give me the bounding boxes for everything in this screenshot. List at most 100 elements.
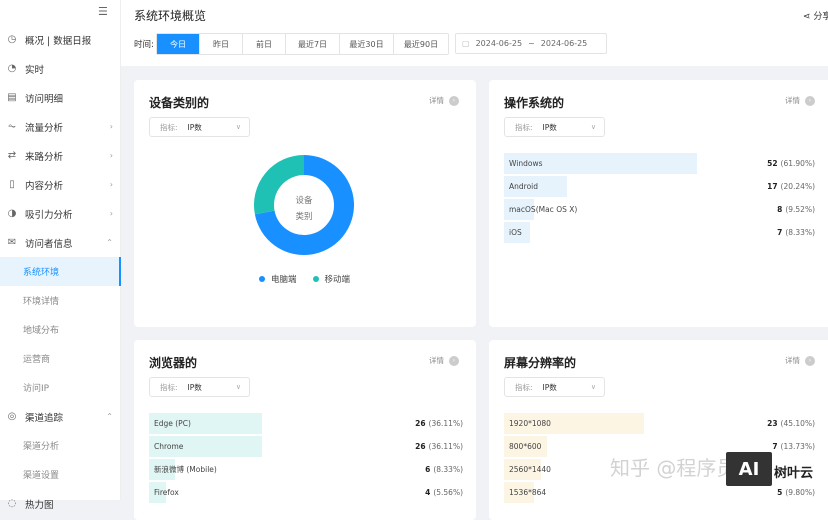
collapse-menu-icon[interactable]: ☰ <box>98 5 108 18</box>
row-value: 26 (36.11%) <box>415 442 463 451</box>
chevron-down-icon: ∨ <box>235 383 241 391</box>
chevron-right-icon: › <box>805 95 815 106</box>
magnet-icon: ◑ <box>7 208 17 219</box>
tab-last-7-days[interactable]: 最近7日 <box>286 34 340 54</box>
sidebar-item[interactable]: 访问IP <box>0 373 121 402</box>
mail-icon: ✉ <box>7 237 17 248</box>
browser-card: 浏览器的 详情 › 指标: IP数 ∨ Edge (PC) 26 (36.11%) Chro… <box>134 340 476 520</box>
sidebar-item-label: 环境详情 <box>23 297 60 307</box>
tab-yesterday[interactable]: 昨日 <box>200 34 243 54</box>
traffic-icon: ⏦ <box>7 121 17 132</box>
card-title: 操作系统的 <box>504 96 565 110</box>
row-label: Edge (PC) <box>154 419 191 428</box>
watermark-text: 知乎 @程序员 <box>610 456 737 480</box>
time-label: 时间: <box>134 40 154 50</box>
list-row: 1920*1080 23 (45.10%) <box>504 412 815 435</box>
row-value: 4 (5.56%) <box>425 488 463 497</box>
list-row: iOS 7 (8.33%) <box>504 221 815 244</box>
row-label: Firefox <box>154 488 179 497</box>
sidebar-item[interactable]: ▯ 内容分析 › <box>0 170 121 199</box>
row-label: 2560*1440 <box>509 465 551 474</box>
device-card: 设备类别的 详情 › 指标: IP数 ∨ 设备 类别 电脑端 移动端 <box>134 80 476 327</box>
list-row: macOS(Mac OS X) 8 (9.52%) <box>504 198 815 221</box>
list-row: Firefox 4 (5.56%) <box>149 481 463 504</box>
tab-last-90-days[interactable]: 最近90日 <box>394 34 448 54</box>
chevron-icon: ⌃ <box>106 412 113 421</box>
tab-day-before[interactable]: 前日 <box>243 34 286 54</box>
donut-center-line1: 设备 <box>295 196 313 206</box>
chevron-icon: › <box>109 209 113 218</box>
list-row: Edge (PC) 26 (36.11%) <box>149 412 463 435</box>
sidebar-item-label: 来路分析 <box>25 151 64 163</box>
os-card: 操作系统的 详情 › 指标: IP数 ∨ Windows 52 (61.90%) Andro… <box>489 80 828 327</box>
chart-legend: 电脑端 移动端 <box>259 273 350 285</box>
sidebar-item[interactable]: 地域分布 <box>0 315 121 344</box>
sidebar-item-label: 概况 | 数据日报 <box>25 35 92 47</box>
metric-select[interactable]: 指标: IP数 ∨ <box>504 377 605 397</box>
sidebar-item-label: 地域分布 <box>23 326 60 336</box>
sidebar-item[interactable]: ◑ 吸引力分析 › <box>0 199 121 228</box>
page-title: 系统环境概览 <box>134 9 207 23</box>
sidebar-item[interactable]: ✉ 访问者信息 ⌃ <box>0 228 121 257</box>
metric-select[interactable]: 指标: IP数 ∨ <box>149 377 250 397</box>
sidebar-item[interactable]: 环境详情 <box>0 286 121 315</box>
sidebar-item[interactable]: ◷ 概况 | 数据日报 <box>0 25 121 54</box>
document-icon: ▯ <box>9 179 15 190</box>
list-row: Chrome 26 (36.11%) <box>149 435 463 458</box>
metric-select[interactable]: 指标: IP数 ∨ <box>149 117 250 137</box>
row-value: 7 (8.33%) <box>777 228 815 237</box>
row-label: 1536*864 <box>509 488 547 497</box>
legend-item-mobile[interactable]: 移动端 <box>312 273 350 285</box>
os-list: Windows 52 (61.90%) Android 17 (20.24%) macOS(… <box>504 152 815 244</box>
detail-link[interactable]: 详情 › <box>429 355 459 366</box>
row-label: 1920*1080 <box>509 419 551 428</box>
sidebar-item[interactable]: ⏦ 流量分析 › <box>0 112 121 141</box>
row-label: 新浪微博 (Mobile) <box>154 465 217 474</box>
chevron-icon: ⌃ <box>106 238 113 247</box>
row-value: 52 (61.90%) <box>767 159 815 168</box>
sidebar-item[interactable]: 渠道分析 <box>0 431 121 460</box>
chevron-down-icon: ∨ <box>235 123 241 131</box>
sidebar-item[interactable]: ◔ 实时 <box>0 54 121 83</box>
legend-item-pc[interactable]: 电脑端 <box>259 273 297 285</box>
sidebar-item[interactable]: ⇄ 来路分析 › <box>0 141 121 170</box>
sidebar-item-label: 内容分析 <box>25 180 64 192</box>
row-label: macOS(Mac OS X) <box>509 205 578 214</box>
sidebar-item-label: 渠道分析 <box>23 442 60 452</box>
sidebar-item-label: 吸引力分析 <box>25 209 73 221</box>
sidebar-item-label: 运营商 <box>23 355 51 365</box>
list-row: Android 17 (20.24%) <box>504 175 815 198</box>
detail-link[interactable]: 详情 › <box>429 95 459 106</box>
row-value: 17 (20.24%) <box>767 182 815 191</box>
sidebar-item-label: 访问者信息 <box>25 238 73 250</box>
sidebar-item[interactable]: 运营商 <box>0 344 121 373</box>
sidebar-item-label: 系统环境 <box>23 268 60 278</box>
row-label: Android <box>509 182 538 191</box>
card-title: 浏览器的 <box>149 356 198 370</box>
sidebar-item[interactable]: 系统环境 <box>0 257 121 286</box>
card-title: 屏幕分辨率的 <box>504 356 577 370</box>
sidebar-nav: ◷ 概况 | 数据日报 ◔ 实时 ▤ 访问明细 ⏦ 流量分析 › ⇄ 来路分析 › ▯ 内容分析 › ◑ 吸引力… <box>0 25 121 518</box>
row-label: Chrome <box>154 442 184 451</box>
sidebar-item[interactable]: 渠道设置 <box>0 460 121 489</box>
metric-select[interactable]: 指标: IP数 ∨ <box>504 117 605 137</box>
tab-today[interactable]: 今日 <box>157 34 200 54</box>
share-button[interactable]: ⋖ 分享 <box>803 9 828 22</box>
sidebar-item-label: 访问明细 <box>25 93 64 105</box>
target-icon: ◎ <box>7 411 17 422</box>
screen-card: 屏幕分辨率的 详情 › 指标: IP数 ∨ 1920*1080 23 (45.10%) 80… <box>489 340 828 520</box>
sidebar-item[interactable]: ◎ 渠道追踪 ⌃ <box>0 402 121 431</box>
row-value: 26 (36.11%) <box>415 419 463 428</box>
sidebar-item[interactable]: ◌ 热力图 <box>0 489 121 518</box>
sidebar-item[interactable]: ▤ 访问明细 <box>0 83 121 112</box>
detail-link[interactable]: 详情 › <box>785 95 815 106</box>
sidebar-item-label: 访问IP <box>23 384 50 394</box>
calendar-icon: ▢ <box>462 39 470 48</box>
row-value: 5 (9.80%) <box>777 488 815 497</box>
chevron-right-icon: › <box>805 355 815 366</box>
date-range-picker[interactable]: ▢ 2024-06-25 ~ 2024-06-25 <box>455 33 607 54</box>
tab-last-30-days[interactable]: 最近30日 <box>340 34 394 54</box>
detail-link[interactable]: 详情 › <box>785 355 815 366</box>
chevron-right-icon: › <box>449 355 459 366</box>
row-label: 800*600 <box>509 442 542 451</box>
